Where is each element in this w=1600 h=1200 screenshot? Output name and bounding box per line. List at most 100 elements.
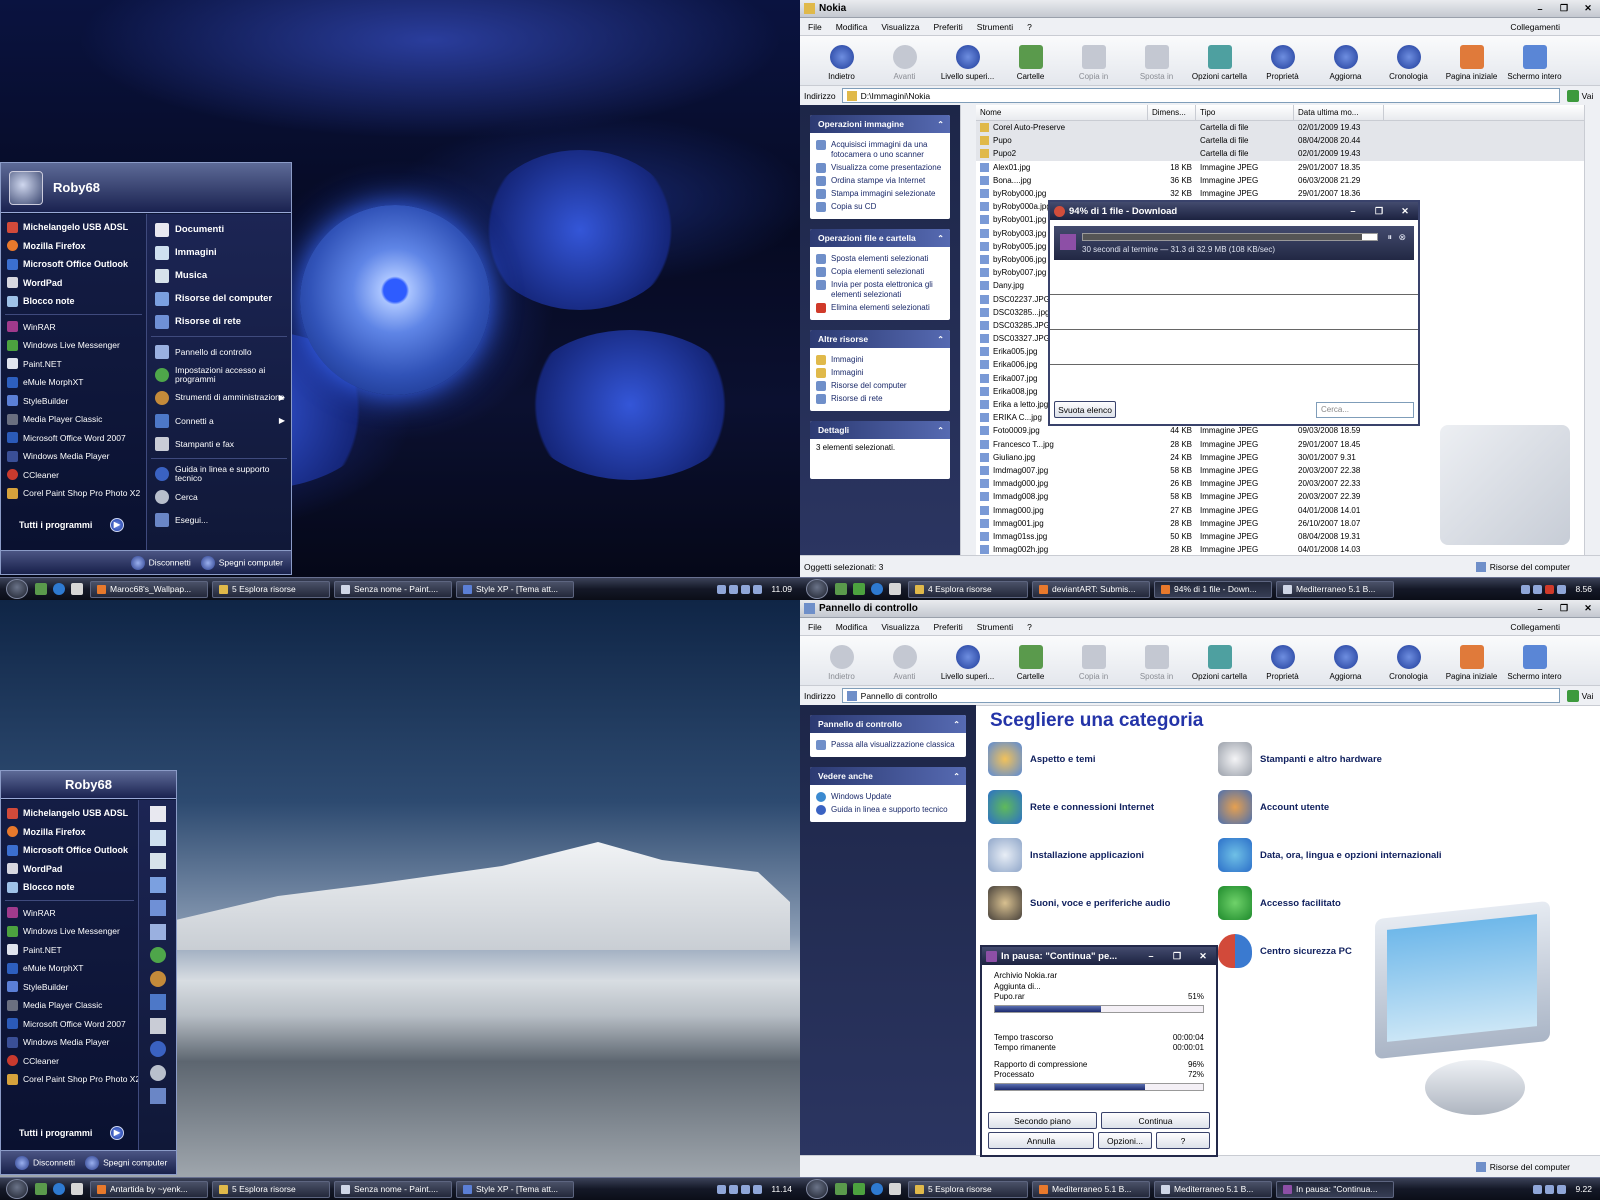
links-toolbar[interactable]: Collegamenti (1510, 622, 1560, 632)
up-button[interactable]: Livello superi... (936, 45, 999, 81)
go-button[interactable]: Vai (1560, 89, 1600, 102)
category-add-remove[interactable]: Installazione applicazioni (988, 838, 1144, 872)
task-link[interactable]: Elimina elementi selezionati (816, 303, 944, 313)
clock[interactable]: 11.09 (771, 584, 792, 594)
menu-view[interactable]: Visualizza (881, 622, 919, 632)
start-button[interactable] (6, 579, 28, 599)
place-control-panel[interactable]: Pannello di controllo (147, 340, 291, 363)
search-icon[interactable] (149, 1064, 166, 1081)
taskbar-button[interactable]: Style XP - [Tema att... (456, 580, 574, 598)
recent-item[interactable]: Media Player Classic (1, 410, 146, 429)
recent-item[interactable]: Windows Live Messenger (1, 336, 146, 355)
task-link[interactable]: Risorse di rete (816, 394, 944, 404)
disconnect-button[interactable]: Disconnetti (15, 1155, 75, 1170)
task-link[interactable]: Copia su CD (816, 202, 944, 212)
recent-item[interactable]: Microsoft Office Word 2007 (1, 429, 146, 448)
task-link[interactable]: Copia elementi selezionati (816, 267, 944, 277)
place-connect-to[interactable]: Connetti a ▶ (147, 409, 291, 432)
folders-button[interactable]: Cartelle (999, 645, 1062, 681)
task-link[interactable]: Immagini (816, 368, 944, 378)
options-button[interactable]: Opzioni... (1098, 1132, 1152, 1149)
close-button[interactable]: ✕ (1576, 1, 1600, 17)
printer-icon[interactable] (149, 1017, 166, 1034)
control-panel-icon[interactable] (149, 923, 166, 940)
all-programs-button[interactable]: Tutti i programmi ▶ (1, 514, 146, 536)
cancel-icon[interactable]: ⊗ (1398, 232, 1406, 243)
cancel-button[interactable]: Annulla (988, 1132, 1094, 1149)
taskbar-button[interactable]: Mediterraneo 5.1 B... (1276, 580, 1394, 598)
column-type[interactable]: Tipo (1196, 105, 1294, 120)
category-date-region[interactable]: Data, ora, lingua e opzioni internaziona… (1218, 838, 1442, 872)
place-music[interactable]: Musica (147, 264, 291, 287)
category-accessibility[interactable]: Accesso facilitato (1218, 886, 1341, 920)
tray-icon[interactable] (1533, 584, 1543, 594)
file-row[interactable]: byRoby000.jpg 32 KB Immagine JPEG 29/01/200… (976, 187, 1584, 200)
task-pane-scrollbar[interactable] (960, 105, 976, 555)
network-icon[interactable] (149, 900, 166, 916)
place-pictures[interactable]: Immagini (147, 241, 291, 264)
desktop-icon[interactable] (889, 583, 901, 595)
taskbar-button[interactable]: 4 Esplora risorse (908, 580, 1028, 598)
file-row[interactable]: Pupo2 Cartella di file 02/01/2009 19.43 (976, 147, 1584, 161)
taskbar-button[interactable]: In pausa: "Continua... (1276, 1180, 1394, 1198)
recent-item[interactable]: Corel Paint Shop Pro Photo X2 (1, 484, 146, 503)
quicklaunch-icon[interactable] (35, 1183, 47, 1195)
go-button[interactable]: Vai (1560, 689, 1600, 702)
menu-help[interactable]: ? (1027, 22, 1032, 32)
recent-item[interactable]: Corel Paint Shop Pro Photo X2 (1, 1070, 140, 1089)
fullscreen-button[interactable]: Schermo intero (1503, 645, 1566, 681)
taskbar-button[interactable]: 5 Esplora risorse (908, 1180, 1028, 1198)
task-link[interactable]: Passa alla visualizzazione classica (816, 740, 960, 750)
continue-button[interactable]: Continua (1101, 1112, 1210, 1129)
task-link[interactable]: Guida in linea e supporto tecnico (816, 805, 960, 815)
category-network[interactable]: Rete e connessioni Internet (988, 790, 1154, 824)
tray-icon[interactable] (717, 584, 727, 594)
documents-icon[interactable] (149, 806, 166, 822)
pinned-item[interactable]: Blocco note (1, 878, 138, 897)
shutdown-button[interactable]: Spegni computer (200, 555, 283, 570)
home-button[interactable]: Pagina iniziale (1440, 45, 1503, 81)
menu-edit[interactable]: Modifica (836, 622, 868, 632)
start-button[interactable] (6, 1179, 28, 1199)
menu-tools[interactable]: Strumenti (977, 622, 1013, 632)
forward-button[interactable]: Avanti (873, 645, 936, 681)
file-row[interactable]: Bona....jpg 36 KB Immagine JPEG 06/03/2008 … (976, 174, 1584, 187)
pictures-icon[interactable] (149, 829, 166, 846)
taskbar-button[interactable]: Mediterraneo 5.1 B... (1154, 1180, 1272, 1198)
menu-favorites[interactable]: Preferiti (933, 622, 962, 632)
place-program-access[interactable]: Impostazioni accesso ai programmi (147, 363, 291, 386)
properties-button[interactable]: Proprietà (1251, 45, 1314, 81)
place-admin-tools[interactable]: Strumenti di amministrazione ▶ (147, 386, 291, 409)
properties-button[interactable]: Proprietà (1251, 645, 1314, 681)
folder-options-button[interactable]: Opzioni cartella (1188, 645, 1251, 681)
quicklaunch-icon[interactable] (853, 1183, 865, 1195)
taskbar-button[interactable]: deviantART: Submis... (1032, 580, 1150, 598)
pinned-item[interactable]: Mozilla Firefox (1, 237, 146, 256)
quicklaunch-icon[interactable] (835, 583, 847, 595)
quicklaunch-icon[interactable] (835, 1183, 847, 1195)
address-input[interactable]: D:\Immagini\Nokia (841, 88, 1560, 103)
pinned-item[interactable]: Mozilla Firefox (1, 823, 138, 842)
menu-favorites[interactable]: Preferiti (933, 22, 962, 32)
task-link[interactable]: Immagini (816, 355, 944, 365)
menu-file[interactable]: File (808, 22, 822, 32)
tray-icon[interactable] (717, 1184, 727, 1194)
connect-icon[interactable] (149, 994, 166, 1010)
run-icon[interactable] (149, 1088, 166, 1104)
history-button[interactable]: Cronologia (1377, 45, 1440, 81)
pinned-item[interactable]: Microsoft Office Outlook (1, 841, 138, 860)
fullscreen-button[interactable]: Schermo intero (1503, 45, 1566, 81)
recent-item[interactable]: eMule MorphXT (1, 959, 138, 978)
task-link[interactable]: Visualizza come presentazione (816, 163, 944, 173)
tray-icon[interactable] (1545, 1184, 1555, 1194)
menu-file[interactable]: File (808, 622, 822, 632)
category-accounts[interactable]: Account utente (1218, 790, 1329, 824)
task-link[interactable]: Sposta elementi selezionati (816, 254, 944, 264)
tray-icon[interactable] (729, 584, 739, 594)
taskbar-button[interactable]: 5 Esplora risorse (212, 580, 330, 598)
move-to-button[interactable]: Sposta in (1125, 645, 1188, 681)
panel-header[interactable]: Altre risorse (810, 330, 950, 348)
column-size[interactable]: Dimens... (1148, 105, 1196, 120)
file-row[interactable]: Alex01.jpg 18 KB Immagine JPEG 29/01/2007 1… (976, 161, 1584, 174)
column-name[interactable]: Nome (976, 105, 1148, 120)
